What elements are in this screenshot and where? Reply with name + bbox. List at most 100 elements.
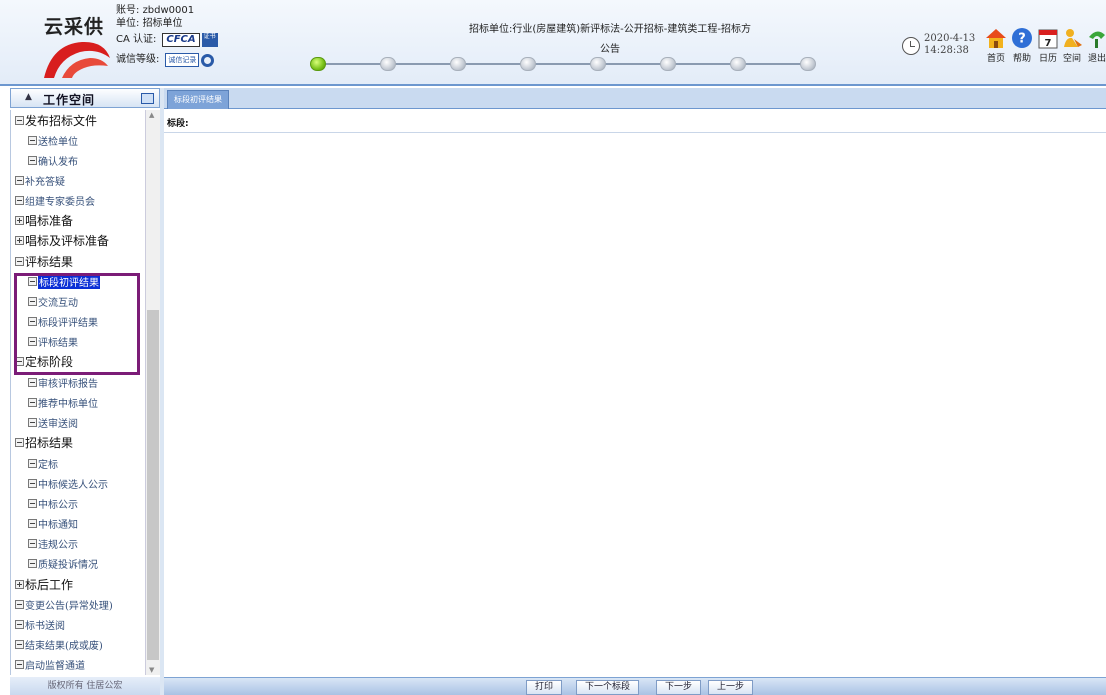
ca-label: CA 认证: xyxy=(116,34,157,45)
tree-item-award[interactable]: 定标 xyxy=(11,453,58,473)
tree-item-eval-result[interactable]: 评标结果 xyxy=(11,251,73,271)
top-header: 云采供 账号: zbdw0001 单位: 招标单位 CA 认证: CFCA 证书… xyxy=(0,0,1106,86)
app-window: 云采供 账号: zbdw0001 单位: 招标单位 CA 认证: CFCA 证书… xyxy=(0,0,1106,695)
next-step-button[interactable]: 下一步 xyxy=(656,680,702,695)
cfca-cert-badge: 证书 xyxy=(201,33,218,47)
progress-step[interactable] xyxy=(380,57,396,71)
print-button[interactable]: 打印 xyxy=(526,680,563,695)
toolbar-label: 帮助 xyxy=(1012,54,1031,64)
credit-label: 诚信等级: xyxy=(116,54,160,65)
tree-item-review-report[interactable]: 审核评标报告 xyxy=(11,372,98,392)
tree-item-tender-review[interactable]: 标书送阅 xyxy=(11,614,65,634)
collapse-box-icon[interactable] xyxy=(15,256,24,266)
scroll-down-icon[interactable]: ▼ xyxy=(149,666,154,674)
node-box-icon xyxy=(15,619,24,629)
bottom-action-bar: 打印 下一个标段 下一步 上一步 xyxy=(164,677,1106,695)
expand-box-icon[interactable] xyxy=(15,215,24,225)
tree-item-post-bid[interactable]: 标后工作 xyxy=(11,574,73,594)
annotation-highlight-box xyxy=(14,273,140,375)
calendar-icon: 7 xyxy=(1038,29,1058,49)
collapse-box-icon[interactable] xyxy=(15,437,24,447)
node-box-icon xyxy=(15,599,24,609)
account-info: 账号: zbdw0001 单位: 招标单位 CA 认证: CFCA 证书 诚信等… xyxy=(116,4,218,70)
credit-ring-icon xyxy=(201,53,215,67)
progress-step[interactable] xyxy=(800,57,816,71)
toolbar-home[interactable]: 首页 xyxy=(982,27,1010,64)
tree-item-bid-eval-prep[interactable]: 唱标及评标准备 xyxy=(11,230,109,250)
tree-item-confirm-publish[interactable]: 确认发布 xyxy=(11,150,78,170)
tree-item-recommend-winner[interactable]: 推荐中标单位 xyxy=(11,392,98,412)
tree-item-award-letter[interactable]: 中标通知 xyxy=(11,513,78,533)
section-label: 标段: xyxy=(167,119,189,129)
tree-item-violation-notice[interactable]: 违规公示 xyxy=(11,533,78,553)
space-icon xyxy=(1064,29,1082,47)
unit-value: 招标单位 xyxy=(142,17,183,29)
scroll-up-icon[interactable]: ▲ xyxy=(149,111,154,119)
tree-item-supplementary-qa[interactable]: 补充答疑 xyxy=(11,170,65,190)
credit-record-badge[interactable]: 诚信记录 xyxy=(165,53,200,67)
expand-box-icon[interactable] xyxy=(15,579,24,589)
node-box-icon xyxy=(15,175,24,185)
date-text: 2020-4-13 xyxy=(924,33,976,44)
sidebar-scrollbar[interactable]: ▲ ▼ xyxy=(145,110,160,675)
tree-item-bid-result[interactable]: 招标结果 xyxy=(11,432,73,452)
section-field-row: 标段: xyxy=(164,110,1106,133)
progress-step[interactable] xyxy=(520,57,536,71)
node-box-icon xyxy=(28,458,37,468)
progress-step[interactable] xyxy=(660,57,676,71)
tree-item-complaints[interactable]: 质疑投诉情况 xyxy=(11,553,98,573)
toolbar-help[interactable]: ? 帮助 xyxy=(1008,27,1036,64)
progress-step[interactable] xyxy=(730,57,746,71)
node-box-icon xyxy=(28,538,37,548)
toolbar-exit[interactable]: 退出 xyxy=(1083,27,1106,64)
sidebar: ▲ 工作空间 发布招标文件 送检单位 确认发布 补充答疑 组建专家委员会 唱标准… xyxy=(10,88,160,695)
tree-item-winner-notice[interactable]: 中标公示 xyxy=(11,493,78,513)
tree-item-publish-docs[interactable]: 发布招标文件 xyxy=(11,110,97,130)
cfca-badge[interactable]: CFCA xyxy=(162,33,200,47)
sidebar-title: 工作空间 xyxy=(43,93,96,107)
tree-item-close-result[interactable]: 结束结果(成或废) xyxy=(11,634,103,654)
content-area: 标段: xyxy=(164,110,1106,677)
progress-step[interactable] xyxy=(310,57,326,71)
collapse-box-icon[interactable] xyxy=(15,115,24,125)
svg-text:?: ? xyxy=(1018,32,1026,47)
exit-icon xyxy=(1089,31,1105,48)
tree-item-submit-review[interactable]: 送审送阅 xyxy=(11,412,78,432)
logo-text: 云采供 xyxy=(44,16,105,38)
help-icon: ? xyxy=(1012,28,1032,48)
tree-item-change-notice[interactable]: 变更公告(异常处理) xyxy=(11,594,113,614)
tree-item-bid-prep[interactable]: 唱标准备 xyxy=(11,210,73,230)
unit-label: 单位: xyxy=(116,17,140,29)
tree-item-expert-committee[interactable]: 组建专家委员会 xyxy=(11,190,95,210)
time-text: 14:28:38 xyxy=(924,45,969,56)
tab-section-initial-result[interactable]: 标段初评结果 xyxy=(167,90,229,109)
toolbar-label: 退出 xyxy=(1087,54,1106,64)
sidebar-footer: 版权所有 住居公宏 xyxy=(10,677,160,695)
prev-step-button[interactable]: 上一步 xyxy=(708,680,754,695)
logo-arc-icon xyxy=(44,41,110,78)
toolbar-label: 空间 xyxy=(1062,54,1081,64)
date-time: 2020-4-13 14:28:38 xyxy=(924,33,975,57)
node-box-icon xyxy=(28,558,37,568)
tree-item-candidate-notice[interactable]: 中标候选人公示 xyxy=(11,473,108,493)
toolbar-label: 首页 xyxy=(986,54,1005,64)
toolbar-space[interactable]: 空间 xyxy=(1058,27,1086,64)
next-section-button[interactable]: 下一个标段 xyxy=(576,680,640,695)
node-box-icon xyxy=(15,639,24,649)
node-box-icon xyxy=(28,518,37,528)
node-box-icon xyxy=(28,498,37,508)
collapse-arrow-icon[interactable]: ▲ xyxy=(25,92,32,102)
node-box-icon xyxy=(28,135,37,145)
tab-bar: 标段初评结果 xyxy=(164,88,1106,109)
tree-item-supervision[interactable]: 启动监督通道 xyxy=(11,654,85,674)
sidebar-header[interactable]: ▲ 工作空间 xyxy=(10,88,160,108)
node-box-icon xyxy=(28,155,37,165)
node-box-icon xyxy=(15,195,24,205)
restore-icon[interactable] xyxy=(141,93,154,104)
scroll-thumb[interactable] xyxy=(147,310,159,660)
logo: 云采供 xyxy=(40,6,112,82)
expand-box-icon[interactable] xyxy=(15,235,24,245)
progress-step[interactable] xyxy=(590,57,606,71)
tree-item-inspection-unit[interactable]: 送检单位 xyxy=(11,130,78,150)
progress-step[interactable] xyxy=(450,57,466,71)
